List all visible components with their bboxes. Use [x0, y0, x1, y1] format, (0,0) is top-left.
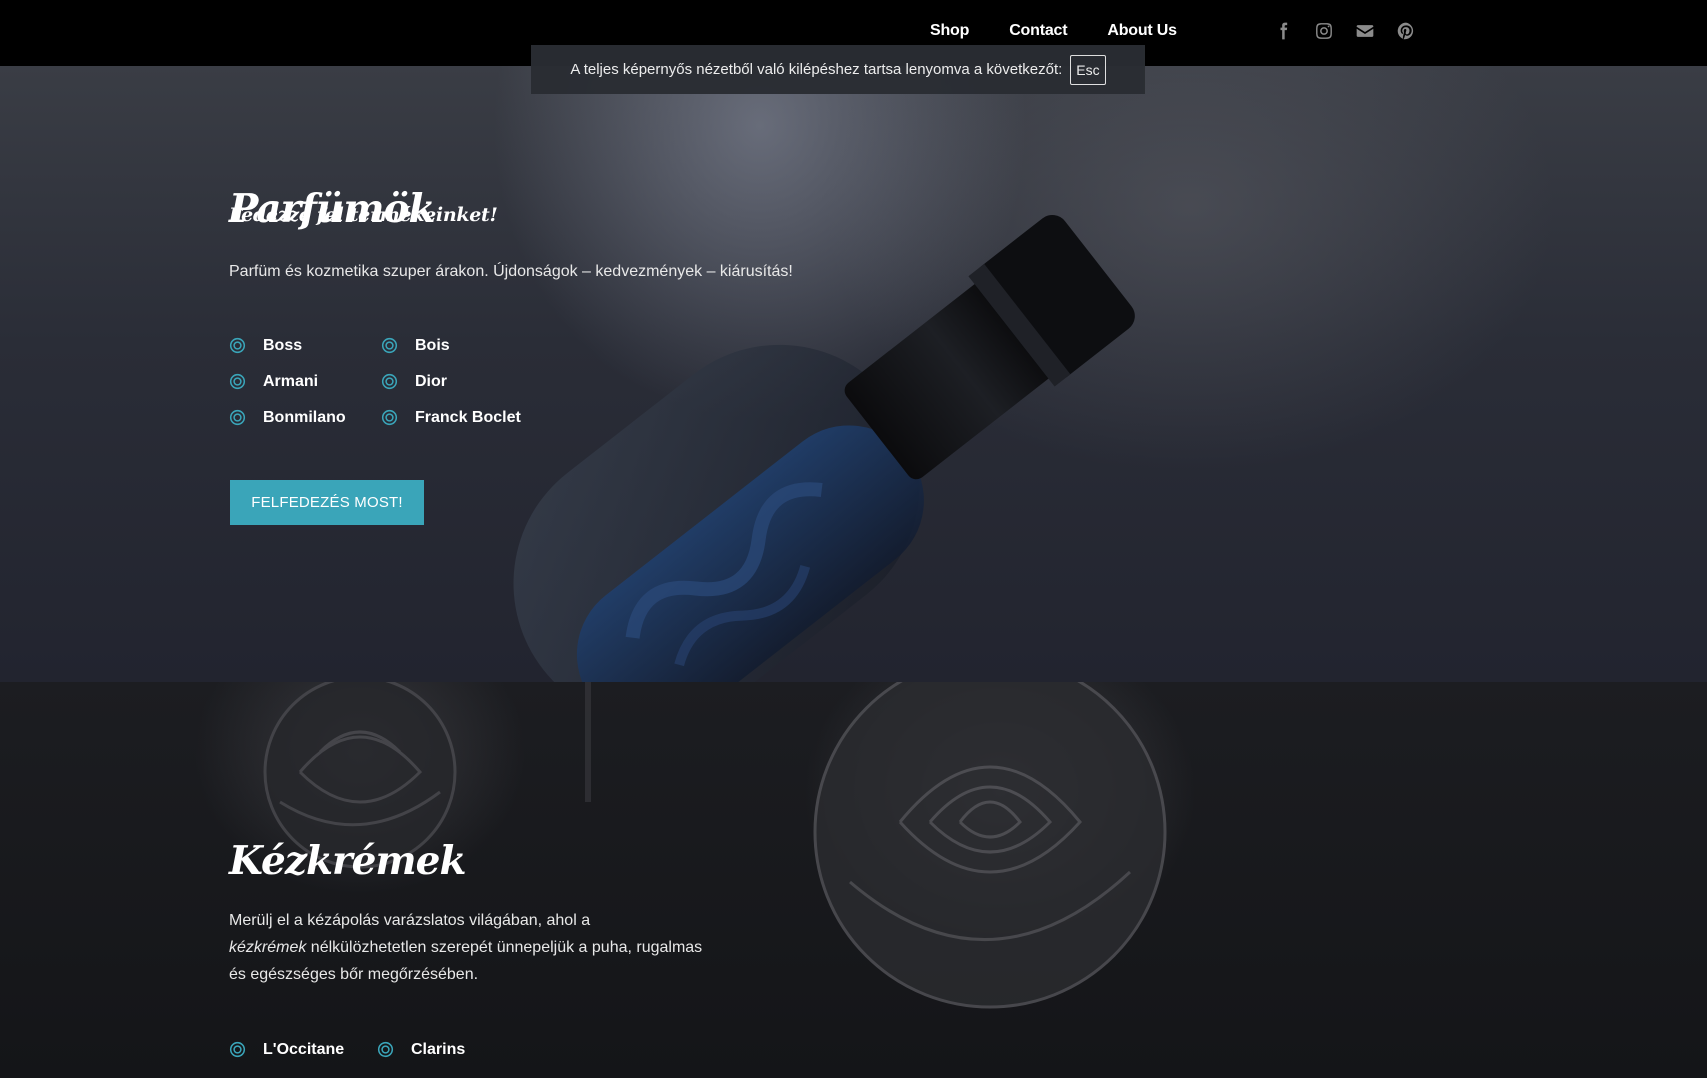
handcream-brand-list: L'Occitane Clarins: [229, 1038, 527, 1061]
brand-label: Bonmilano: [263, 408, 346, 426]
facebook-icon[interactable]: [1272, 20, 1294, 42]
perfume-description: Parfüm és kozmetika szuper árakon. Újdon…: [229, 263, 793, 280]
target-icon: [229, 373, 246, 390]
target-icon: [381, 337, 398, 354]
target-icon: [381, 409, 398, 426]
list-item[interactable]: Dior: [381, 370, 531, 393]
target-icon: [229, 1041, 246, 1058]
explore-now-button[interactable]: FELFEDEZÉS MOST!: [230, 480, 424, 525]
brand-label: Armani: [263, 372, 319, 390]
main-nav: Shop Contact About Us: [930, 22, 1177, 40]
social-links: [1272, 20, 1417, 42]
pinterest-icon[interactable]: [1395, 20, 1417, 42]
fullscreen-exit-notice: A teljes képernyős nézetből való kilépés…: [531, 45, 1145, 94]
list-item[interactable]: Armani: [229, 370, 381, 393]
list-item[interactable]: Boss: [229, 334, 381, 357]
description-text: Merülj el a kézápolás varázslatos világá…: [229, 912, 591, 929]
brand-label: L'Occitane: [263, 1040, 345, 1058]
perfume-title: Parfümök: [229, 186, 436, 232]
brand-label: Clarins: [411, 1040, 466, 1058]
notice-text: A teljes képernyős nézetből való kilépés…: [570, 61, 1063, 78]
email-icon[interactable]: [1354, 20, 1376, 42]
brand-label: Franck Boclet: [415, 408, 521, 426]
nav-about-link[interactable]: About Us: [1107, 22, 1177, 40]
perfume-bottle-image: [513, 214, 1135, 682]
list-item[interactable]: Clarins: [377, 1038, 527, 1061]
target-icon: [229, 409, 246, 426]
target-icon: [377, 1041, 394, 1058]
nav-contact-link[interactable]: Contact: [1009, 22, 1067, 40]
esc-key-badge: Esc: [1070, 54, 1106, 85]
target-icon: [229, 337, 246, 354]
target-icon: [381, 373, 398, 390]
handcream-title: Kézkrémek: [229, 838, 466, 884]
handcream-description: Merülj el a kézápolás varázslatos világá…: [229, 907, 709, 988]
nav-shop-link[interactable]: Shop: [930, 22, 969, 40]
list-item[interactable]: L'Occitane: [229, 1038, 377, 1061]
description-emphasis: kézkrémek: [229, 939, 307, 956]
list-item[interactable]: Franck Boclet: [381, 406, 531, 429]
list-item[interactable]: Bonmilano: [229, 406, 381, 429]
perfume-brand-list: Boss Bois Armani Dior Bonmilano Franck B…: [229, 334, 531, 429]
brand-label: Dior: [415, 372, 447, 390]
list-item[interactable]: Bois: [381, 334, 531, 357]
instagram-icon[interactable]: [1313, 20, 1335, 42]
brand-label: Bois: [415, 336, 450, 354]
brand-label: Boss: [263, 336, 303, 354]
